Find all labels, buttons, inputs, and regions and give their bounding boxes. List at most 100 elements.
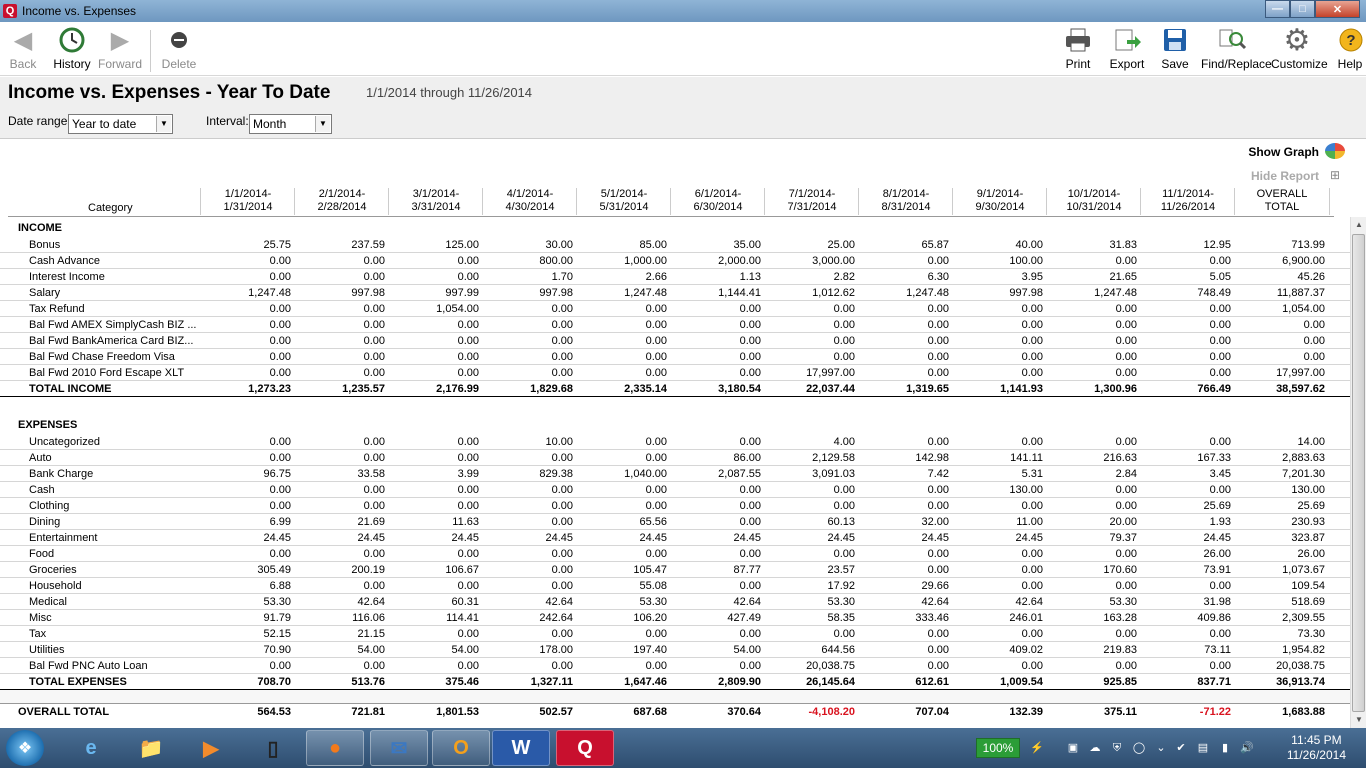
cell-value[interactable]: 0.00 <box>483 301 573 317</box>
cell-value[interactable]: 0.00 <box>859 626 949 642</box>
cell-value[interactable]: 42.64 <box>953 594 1043 610</box>
cell-value[interactable]: 0.00 <box>201 434 291 450</box>
table-row[interactable]: Dining 6.99 21.69 11.63 0.00 65.56 0.00 60.13 32… <box>0 514 1350 530</box>
cell-value[interactable]: 0.00 <box>765 482 855 498</box>
cell-value[interactable]: 1,144.41 <box>671 285 761 301</box>
cell-value[interactable]: 60.13 <box>765 514 855 530</box>
cell-value[interactable]: 24.45 <box>765 530 855 546</box>
cell-value[interactable]: 31.98 <box>1141 594 1231 610</box>
table-row[interactable]: Bal Fwd AMEX SimplyCash BIZ ... 0.00 0.00 0… <box>0 317 1350 333</box>
cell-value[interactable]: 170.60 <box>1047 562 1137 578</box>
scroll-down-icon[interactable]: ▼ <box>1351 712 1366 728</box>
cell-value[interactable]: 0.00 <box>389 546 479 562</box>
cell-value[interactable]: 3.99 <box>389 466 479 482</box>
table-row[interactable]: Household 6.88 0.00 0.00 0.00 55.08 0.00 17.92 2… <box>0 578 1350 594</box>
cell-value[interactable]: 197.40 <box>577 642 667 658</box>
cell-value[interactable]: 0.00 <box>295 482 385 498</box>
table-row[interactable]: Cash Advance 0.00 0.00 0.00 800.00 1,000.00 2,… <box>0 253 1350 269</box>
total-income-row[interactable]: TOTAL INCOME 1,273.23 1,235.57 2,176.99 1,82… <box>0 381 1350 397</box>
table-row[interactable]: Bank Charge 96.75 33.58 3.99 829.38 1,040.00 2… <box>0 466 1350 482</box>
cell-value[interactable]: 2,335.14 <box>577 381 667 397</box>
cell-value[interactable]: 0.00 <box>295 349 385 365</box>
cell-value[interactable]: 0.00 <box>671 546 761 562</box>
table-row[interactable]: Clothing 0.00 0.00 0.00 0.00 0.00 0.00 0.00 0.00… <box>0 498 1350 514</box>
shield-icon[interactable]: ⛨ <box>1110 741 1124 755</box>
cell-value[interactable]: 40.00 <box>953 237 1043 253</box>
cell-value[interactable]: 0.00 <box>577 658 667 674</box>
cell-value[interactable]: 0.00 <box>765 546 855 562</box>
cell-value[interactable]: 0.00 <box>671 482 761 498</box>
table-row[interactable]: Groceries 305.49 200.19 106.67 0.00 105.47 87.… <box>0 562 1350 578</box>
cell-value[interactable]: 0.00 <box>953 434 1043 450</box>
cell-value[interactable]: 1,247.48 <box>577 285 667 301</box>
table-row[interactable]: Uncategorized 0.00 0.00 0.00 10.00 0.00 0.00 4.… <box>0 434 1350 450</box>
section-header-income[interactable]: INCOME <box>0 220 1350 237</box>
cell-value[interactable]: 125.00 <box>389 237 479 253</box>
cell-value[interactable]: 106.67 <box>389 562 479 578</box>
cell-value[interactable]: 0.00 <box>577 434 667 450</box>
cell-value[interactable]: 0.00 <box>859 482 949 498</box>
table-row[interactable]: Bal Fwd Chase Freedom Visa 0.00 0.00 0.00 0.… <box>0 349 1350 365</box>
cell-value[interactable]: 1,012.62 <box>765 285 855 301</box>
cell-value[interactable]: 21.69 <box>295 514 385 530</box>
cell-value[interactable]: 132.39 <box>953 704 1043 720</box>
cell-value[interactable]: 0.00 <box>389 498 479 514</box>
cell-value[interactable]: 0.00 <box>577 498 667 514</box>
cell-value[interactable]: 53.30 <box>577 594 667 610</box>
cell-value[interactable]: 0.00 <box>765 498 855 514</box>
cell-value[interactable]: 0.00 <box>389 658 479 674</box>
cell-value[interactable]: 837.71 <box>1141 674 1231 690</box>
vertical-scrollbar[interactable]: ▲ ▼ <box>1350 217 1366 728</box>
cell-value[interactable]: 22,037.44 <box>765 381 855 397</box>
cell-value[interactable]: 25.75 <box>201 237 291 253</box>
cell-value[interactable]: 21.15 <box>295 626 385 642</box>
cell-value[interactable]: 0.00 <box>1141 333 1231 349</box>
cell-value[interactable]: 0.00 <box>1141 253 1231 269</box>
cell-value[interactable]: 0.00 <box>483 450 573 466</box>
cell-value[interactable]: 178.00 <box>483 642 573 658</box>
cell-value[interactable]: 14.00 <box>1235 434 1325 450</box>
cell-value[interactable]: 375.46 <box>389 674 479 690</box>
cell-value[interactable]: 0.00 <box>765 317 855 333</box>
cell-value[interactable]: 25.69 <box>1141 498 1231 514</box>
cell-value[interactable]: 0.00 <box>1047 546 1137 562</box>
cell-value[interactable]: 60.31 <box>389 594 479 610</box>
cell-value[interactable]: 0.00 <box>1141 626 1231 642</box>
cell-value[interactable]: 24.45 <box>953 530 1043 546</box>
cell-value[interactable]: 1.13 <box>671 269 761 285</box>
cell-value[interactable]: 24.45 <box>859 530 949 546</box>
cell-value[interactable]: 0.00 <box>201 301 291 317</box>
cell-value[interactable]: 0.00 <box>295 434 385 450</box>
cell-value[interactable]: 0.00 <box>389 269 479 285</box>
cell-value[interactable]: 96.75 <box>201 466 291 482</box>
power-plug-icon[interactable]: ⚡ <box>1030 741 1044 755</box>
cell-value[interactable]: 79.37 <box>1047 530 1137 546</box>
cell-value[interactable]: 1,141.93 <box>953 381 1043 397</box>
cell-value[interactable]: 0.00 <box>1047 349 1137 365</box>
cell-value[interactable]: 53.30 <box>765 594 855 610</box>
cell-value[interactable]: 0.00 <box>483 562 573 578</box>
cell-value[interactable]: 53.30 <box>1047 594 1137 610</box>
cell-value[interactable]: 91.79 <box>201 610 291 626</box>
cell-value[interactable]: 2,176.99 <box>389 381 479 397</box>
cell-value[interactable]: 130.00 <box>1235 482 1325 498</box>
cell-value[interactable]: 0.00 <box>859 546 949 562</box>
cell-value[interactable]: 0.00 <box>295 333 385 349</box>
close-button[interactable]: ✕ <box>1315 0 1360 18</box>
taskbar-outlook[interactable]: O <box>432 730 490 766</box>
cell-value[interactable]: 0.00 <box>483 578 573 594</box>
cell-value[interactable]: 29.66 <box>859 578 949 594</box>
cell-value[interactable]: 0.00 <box>295 365 385 381</box>
column-header[interactable]: 11/1/2014- 11/26/2014 <box>1141 188 1235 214</box>
cell-value[interactable]: 70.90 <box>201 642 291 658</box>
cell-value[interactable]: 644.56 <box>765 642 855 658</box>
column-header[interactable]: 2/1/2014- 2/28/2014 <box>295 188 389 214</box>
cell-value[interactable]: 0.00 <box>389 349 479 365</box>
cell-value[interactable]: 0.00 <box>483 482 573 498</box>
cell-value[interactable]: 0.00 <box>1141 349 1231 365</box>
table-row[interactable]: Auto 0.00 0.00 0.00 0.00 0.00 86.00 2,129.58 142… <box>0 450 1350 466</box>
cell-value[interactable]: 3,180.54 <box>671 381 761 397</box>
cell-value[interactable]: 0.00 <box>389 578 479 594</box>
hide-report-link[interactable]: Hide Report <box>1251 169 1319 183</box>
cell-value[interactable]: 42.64 <box>671 594 761 610</box>
